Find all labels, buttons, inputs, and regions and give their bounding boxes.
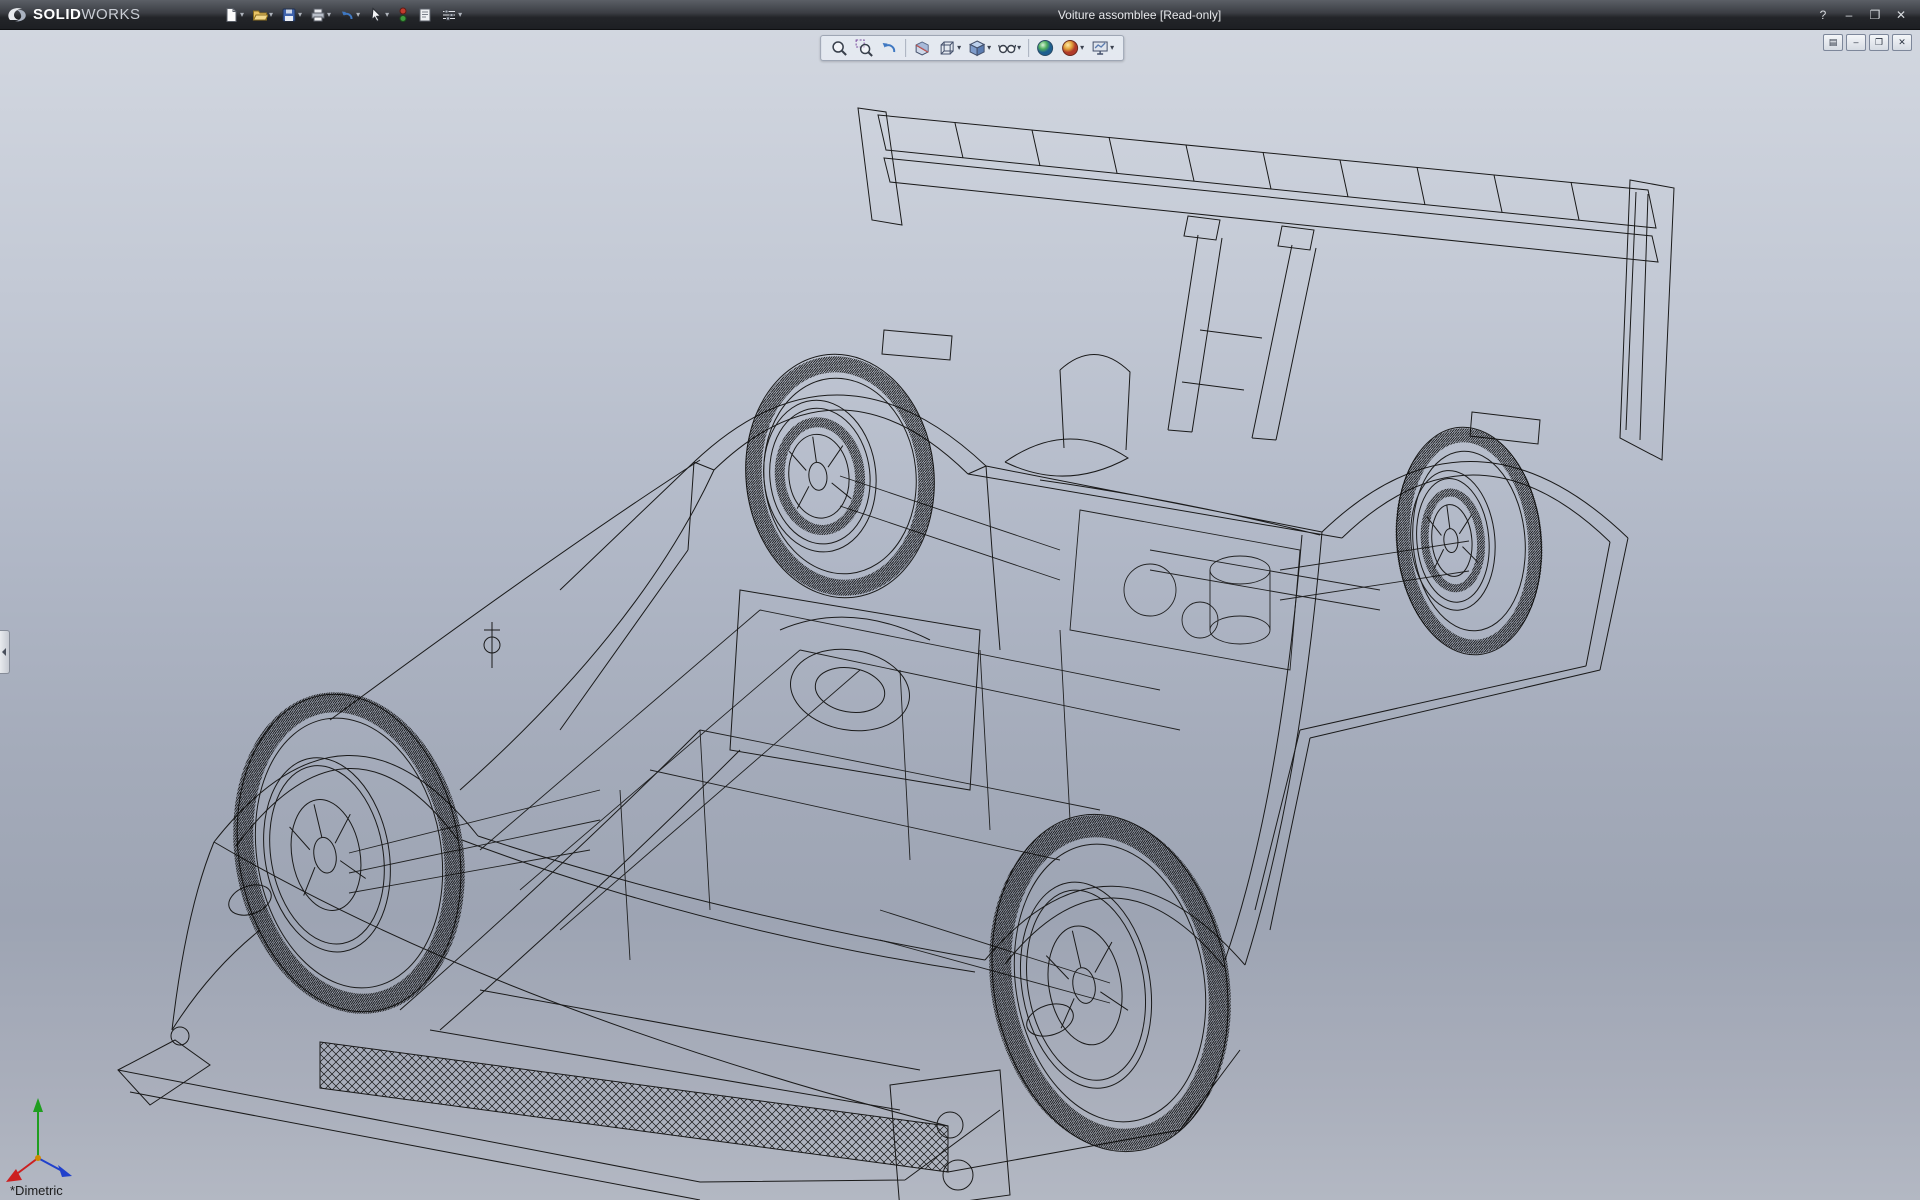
zoom-to-fit-button[interactable]: [828, 38, 850, 58]
previous-view-icon: [880, 39, 898, 57]
options-button[interactable]: ▾: [438, 5, 465, 25]
view-settings-icon: [1091, 39, 1109, 57]
help-button[interactable]: ?: [1814, 7, 1832, 23]
dropdown-caret-icon[interactable]: ▾: [1017, 44, 1021, 52]
titlebar: SOLIDWORKS ▾ ▾ ▾ ▾: [0, 0, 1920, 30]
print-document-button[interactable]: ▾: [307, 5, 334, 25]
dropdown-caret-icon[interactable]: ▾: [298, 11, 302, 19]
zoom-to-area-icon: [855, 39, 873, 57]
hide-show-glasses-icon: [998, 39, 1016, 57]
graphics-viewport[interactable]: ▾ ▾ ▾ ▾: [0, 30, 1920, 1200]
app-name: SOLIDWORKS: [33, 6, 141, 23]
feature-manager-collapse-tab[interactable]: [0, 630, 10, 674]
triad-y-arrow-icon: [33, 1098, 43, 1112]
section-view-icon: [913, 39, 931, 57]
cursor-arrow-icon: [368, 7, 384, 23]
triad-origin-icon: [35, 1155, 41, 1161]
window-controls: ? – ❐ ✕: [1814, 7, 1910, 23]
apply-scene-sphere-icon: [1061, 39, 1079, 57]
close-button[interactable]: ✕: [1892, 7, 1910, 23]
dropdown-caret-icon[interactable]: ▾: [385, 11, 389, 19]
doc-minimize-button[interactable]: –: [1846, 34, 1866, 51]
rear-wing: [858, 108, 1674, 460]
selection-filter-icon: [397, 7, 409, 23]
dropdown-caret-icon[interactable]: ▾: [269, 11, 273, 19]
document-window-controls: ▤ – ❐ ✕: [1823, 34, 1912, 51]
hide-show-items-button[interactable]: ▾: [996, 38, 1023, 58]
dropdown-caret-icon[interactable]: ▾: [240, 11, 244, 19]
dassault-logo-icon: [6, 5, 28, 25]
doc-window-menu-button[interactable]: ▤: [1823, 34, 1843, 51]
appearance-sphere-icon: [1036, 39, 1054, 57]
display-style-cube-icon: [968, 39, 986, 57]
doc-restore-button[interactable]: ❐: [1869, 34, 1889, 51]
dropdown-caret-icon[interactable]: ▾: [987, 44, 991, 52]
dropdown-caret-icon[interactable]: ▾: [327, 11, 331, 19]
orientation-triad[interactable]: [6, 1098, 72, 1182]
triad-z-arrow-icon: [58, 1165, 72, 1177]
view-orientation-cube-icon: [938, 39, 956, 57]
view-orientation-button[interactable]: ▾: [936, 38, 963, 58]
heads-up-view-toolbar: ▾ ▾ ▾ ▾: [820, 35, 1124, 61]
document-title: Voiture assomblee [Read-only]: [465, 8, 1814, 22]
open-document-button[interactable]: ▾: [249, 5, 276, 25]
undo-button[interactable]: ▾: [336, 5, 363, 25]
toolbar-separator: [905, 39, 906, 57]
new-document-icon: [223, 7, 239, 23]
doc-close-button[interactable]: ✕: [1892, 34, 1912, 51]
standard-toolbar: ▾ ▾ ▾ ▾ ▾: [220, 5, 465, 25]
view-orientation-label: *Dimetric: [10, 1183, 63, 1198]
zoom-to-area-button[interactable]: [853, 38, 875, 58]
save-disk-icon: [281, 7, 297, 23]
view-settings-button[interactable]: ▾: [1089, 38, 1116, 58]
selection-filter-button[interactable]: [394, 5, 412, 25]
dropdown-caret-icon[interactable]: ▾: [1110, 44, 1114, 52]
car-wireframe: [118, 108, 1674, 1200]
model-canvas[interactable]: [0, 30, 1920, 1200]
new-document-button[interactable]: ▾: [220, 5, 247, 25]
apply-scene-button[interactable]: ▾: [1059, 38, 1086, 58]
dropdown-caret-icon[interactable]: ▾: [1080, 44, 1084, 52]
dropdown-caret-icon[interactable]: ▾: [356, 11, 360, 19]
display-style-button[interactable]: ▾: [966, 38, 993, 58]
dropdown-caret-icon[interactable]: ▾: [458, 11, 462, 19]
previous-view-button[interactable]: [878, 38, 900, 58]
open-folder-icon: [252, 7, 268, 23]
toolbar-separator: [1028, 39, 1029, 57]
minimize-button[interactable]: –: [1840, 7, 1858, 23]
options-sliders-icon: [441, 7, 457, 23]
file-properties-icon: [417, 7, 433, 23]
front-bodywork: [171, 460, 1322, 1126]
zoom-to-fit-icon: [830, 39, 848, 57]
select-tool-button[interactable]: ▾: [365, 5, 392, 25]
save-document-button[interactable]: ▾: [278, 5, 305, 25]
dropdown-caret-icon[interactable]: ▾: [957, 44, 961, 52]
undo-arrow-icon: [339, 7, 355, 23]
edit-appearance-button[interactable]: [1034, 38, 1056, 58]
file-properties-button[interactable]: [414, 5, 436, 25]
app-logo: SOLIDWORKS: [6, 5, 206, 25]
section-view-button[interactable]: [911, 38, 933, 58]
restore-button[interactable]: ❐: [1866, 7, 1884, 23]
printer-icon: [310, 7, 326, 23]
